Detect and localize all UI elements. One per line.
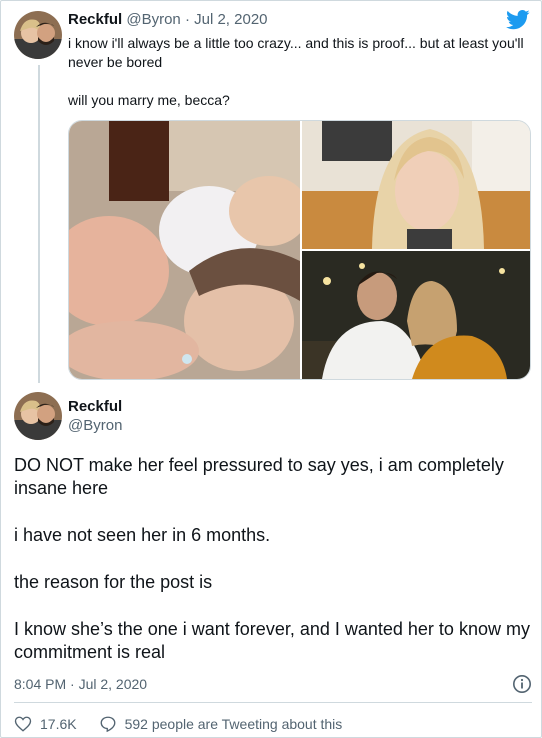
- parent-tweet-text: i know i'll always be a little too crazy…: [68, 34, 528, 129]
- twitter-bird-icon[interactable]: [506, 10, 530, 30]
- tweet-timestamp[interactable]: 8:04 PM · Jul 2, 2020: [14, 676, 147, 692]
- comment-icon: [100, 716, 116, 733]
- user-handle[interactable]: @Byron: [126, 11, 180, 28]
- parent-tweet-paragraph: will you marry me, becca?: [68, 92, 230, 108]
- photo-couple-at-restaurant[interactable]: [302, 251, 530, 379]
- avatar[interactable]: [14, 11, 62, 59]
- like-button[interactable]: 17.6K: [14, 715, 77, 733]
- photo-couple-in-bed[interactable]: [69, 121, 300, 379]
- reply-button[interactable]: 592 people are Tweeting about this: [99, 715, 343, 733]
- media-grid: [68, 120, 531, 380]
- parent-tweet-paragraph: i know i'll always be a little too crazy…: [68, 35, 524, 70]
- heart-icon: [14, 716, 32, 732]
- main-tweet-paragraph: I know she’s the one i want forever, and…: [14, 619, 530, 662]
- display-name[interactable]: Reckful: [68, 398, 122, 415]
- info-icon[interactable]: [512, 674, 532, 694]
- like-count: 17.6K: [40, 716, 77, 732]
- main-tweet-paragraph: i have not seen her in 6 months.: [14, 525, 271, 545]
- thread-connector-line: [38, 65, 40, 383]
- avatar[interactable]: [14, 392, 62, 440]
- photo-woman-smiling[interactable]: [302, 121, 530, 249]
- parent-tweet-header: Reckful @Byron · Jul 2, 2020: [68, 11, 268, 28]
- main-tweet-paragraph: the reason for the post is: [14, 572, 213, 592]
- main-tweet-paragraph: DO NOT make her feel pressured to say ye…: [14, 455, 504, 498]
- tweet-embed-card: Reckful @Byron · Jul 2, 2020 i know i'll…: [0, 0, 542, 738]
- main-tweet-text: DO NOT make her feel pressured to say ye…: [14, 454, 532, 688]
- tweet-actions: 17.6K 592 people are Tweeting about this: [14, 714, 364, 734]
- user-handle[interactable]: @Byron: [68, 417, 122, 434]
- reply-text: 592 people are Tweeting about this: [124, 716, 343, 732]
- divider: [14, 702, 532, 703]
- separator-dot: ·: [184, 11, 190, 28]
- tweet-date[interactable]: Jul 2, 2020: [194, 11, 267, 28]
- display-name[interactable]: Reckful: [68, 11, 122, 28]
